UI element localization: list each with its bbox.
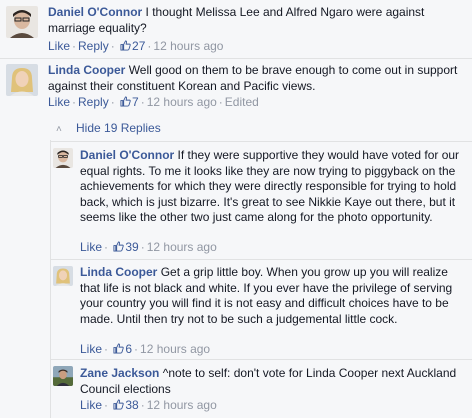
comment: Linda Cooper Well good on them to be bra…	[0, 59, 472, 117]
comment-author[interactable]: Daniel O'Connor	[48, 5, 142, 19]
thumbs-up-icon	[113, 343, 125, 354]
comment: Daniel O'Connor I thought Melissa Lee an…	[0, 0, 472, 58]
reply-author[interactable]: Linda Cooper	[80, 265, 157, 279]
avatar[interactable]	[53, 148, 73, 168]
avatar[interactable]	[6, 64, 38, 96]
edited-label[interactable]: Edited	[225, 95, 259, 109]
like-link[interactable]: Like	[48, 95, 70, 109]
like-count-value: 39	[125, 240, 139, 254]
timestamp[interactable]: 12 hours ago	[147, 95, 217, 109]
like-count[interactable]: 27	[120, 39, 145, 53]
thumbs-up-icon	[113, 399, 125, 410]
like-link[interactable]: Like	[80, 398, 102, 412]
comment-actions: Like · Reply · 27 · 12 hours ago	[48, 39, 224, 53]
timestamp[interactable]: 12 hours ago	[147, 398, 217, 412]
like-count-value: 38	[125, 398, 139, 412]
reply-author[interactable]: Daniel O'Connor	[80, 148, 174, 162]
reply-body: Linda Cooper Get a grip little boy. When…	[80, 265, 465, 327]
hide-replies-link[interactable]: ˄ Hide 19 Replies	[56, 121, 161, 135]
avatar[interactable]	[53, 366, 73, 386]
like-link[interactable]: Like	[80, 240, 102, 254]
reply: Linda Cooper Get a grip little boy. When…	[50, 260, 472, 360]
reply-actions: Like · 39 · 12 hours ago	[80, 240, 217, 254]
like-count[interactable]: 39	[113, 240, 139, 254]
reply-actions: Like · 6 · 12 hours ago	[80, 342, 211, 356]
like-link[interactable]: Like	[48, 39, 70, 53]
comment-author[interactable]: Linda Cooper	[48, 63, 125, 77]
like-count[interactable]: 7	[120, 95, 139, 109]
thumbs-up-icon	[120, 40, 131, 51]
hide-replies-label: Hide 19 Replies	[76, 121, 161, 135]
reply-body: Zane Jackson ^note to self: don't vote f…	[80, 366, 465, 397]
avatar[interactable]	[6, 6, 38, 38]
like-count-value: 27	[132, 39, 146, 53]
timestamp[interactable]: 12 hours ago	[140, 342, 210, 356]
reply: Zane Jackson ^note to self: don't vote f…	[50, 360, 472, 418]
thumbs-up-icon	[120, 96, 131, 107]
reply-link[interactable]: Reply	[78, 95, 109, 109]
reply-actions: Like · 38 · 12 hours ago	[80, 398, 217, 412]
thumbs-up-icon	[113, 241, 125, 252]
comment-actions: Like · Reply · 7 · 12 hours ago · Edited	[48, 95, 259, 109]
comment-body: Linda Cooper Well good on them to be bra…	[48, 63, 458, 94]
comment-body: Daniel O'Connor I thought Melissa Lee an…	[48, 5, 458, 36]
like-count-value: 7	[132, 95, 139, 109]
like-count[interactable]: 6	[113, 342, 132, 356]
reply-author[interactable]: Zane Jackson	[80, 366, 159, 380]
chevron-up-icon: ˄	[56, 124, 62, 135]
like-count[interactable]: 38	[113, 398, 139, 412]
avatar[interactable]	[53, 266, 73, 286]
timestamp[interactable]: 12 hours ago	[147, 240, 217, 254]
timestamp[interactable]: 12 hours ago	[153, 39, 223, 53]
reply-body: Daniel O'Connor If they were supportive …	[80, 148, 465, 226]
reply: Daniel O'Connor If they were supportive …	[50, 142, 472, 260]
like-link[interactable]: Like	[80, 342, 102, 356]
reply-link[interactable]: Reply	[78, 39, 109, 53]
